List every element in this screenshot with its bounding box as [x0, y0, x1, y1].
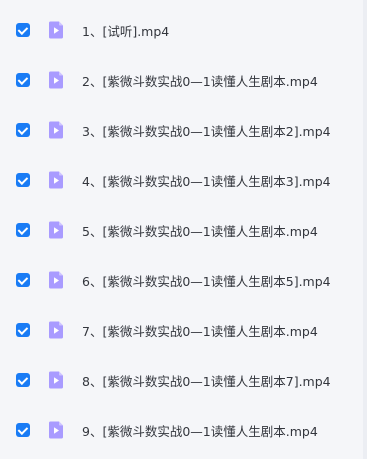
file-name[interactable]: 7、[紫微斗数实战0—1读懂人生剧本.mp4 — [82, 321, 318, 340]
file-row[interactable]: 7、[紫微斗数实战0—1读懂人生剧本.mp4 — [0, 305, 363, 355]
file-checkbox[interactable] — [16, 323, 30, 337]
file-row[interactable]: 2、[紫微斗数实战0—1读懂人生剧本.mp4 — [0, 55, 363, 105]
file-name[interactable]: 2、[紫微斗数实战0—1读懂人生剧本.mp4 — [82, 71, 318, 90]
file-row[interactable]: 1、[试听].mp4 — [0, 5, 363, 55]
video-file-icon — [49, 71, 63, 89]
file-name[interactable]: 1、[试听].mp4 — [82, 21, 169, 40]
video-file-icon — [49, 271, 63, 289]
file-name[interactable]: 5、[紫微斗数实战0—1读懂人生剧本.mp4 — [82, 221, 318, 240]
file-checkbox[interactable] — [16, 73, 30, 87]
file-checkbox[interactable] — [16, 423, 30, 437]
panel-edge — [363, 0, 367, 459]
video-file-icon — [49, 21, 63, 39]
file-name[interactable]: 9、[紫微斗数实战0—1读懂人生剧本.mp4 — [82, 421, 318, 440]
video-file-icon — [49, 321, 63, 339]
file-row[interactable]: 6、[紫微斗数实战0—1读懂人生剧本5].mp4 — [0, 255, 363, 305]
file-row[interactable]: 9、[紫微斗数实战0—1读懂人生剧本.mp4 — [0, 405, 363, 455]
video-file-icon — [49, 421, 63, 439]
video-file-icon — [49, 171, 63, 189]
file-name[interactable]: 6、[紫微斗数实战0—1读懂人生剧本5].mp4 — [82, 271, 331, 290]
file-row[interactable]: 4、[紫微斗数实战0—1读懂人生剧本3].mp4 — [0, 155, 363, 205]
file-checkbox[interactable] — [16, 223, 30, 237]
file-checkbox[interactable] — [16, 123, 30, 137]
file-list: 1、[试听].mp4 2、[紫微斗数实战0—1读懂人生剧本.mp4 3、[紫微斗… — [0, 5, 363, 455]
file-row[interactable]: 8、[紫微斗数实战0—1读懂人生剧本7].mp4 — [0, 355, 363, 405]
file-checkbox[interactable] — [16, 373, 30, 387]
file-name[interactable]: 8、[紫微斗数实战0—1读懂人生剧本7].mp4 — [82, 371, 331, 390]
file-name[interactable]: 3、[紫微斗数实战0—1读懂人生剧本2].mp4 — [82, 121, 331, 140]
file-checkbox[interactable] — [16, 23, 30, 37]
video-file-icon — [49, 371, 63, 389]
video-file-icon — [49, 221, 63, 239]
file-checkbox[interactable] — [16, 273, 30, 287]
file-checkbox[interactable] — [16, 173, 30, 187]
file-row[interactable]: 3、[紫微斗数实战0—1读懂人生剧本2].mp4 — [0, 105, 363, 155]
video-file-icon — [49, 121, 63, 139]
file-row[interactable]: 5、[紫微斗数实战0—1读懂人生剧本.mp4 — [0, 205, 363, 255]
file-name[interactable]: 4、[紫微斗数实战0—1读懂人生剧本3].mp4 — [82, 171, 331, 190]
